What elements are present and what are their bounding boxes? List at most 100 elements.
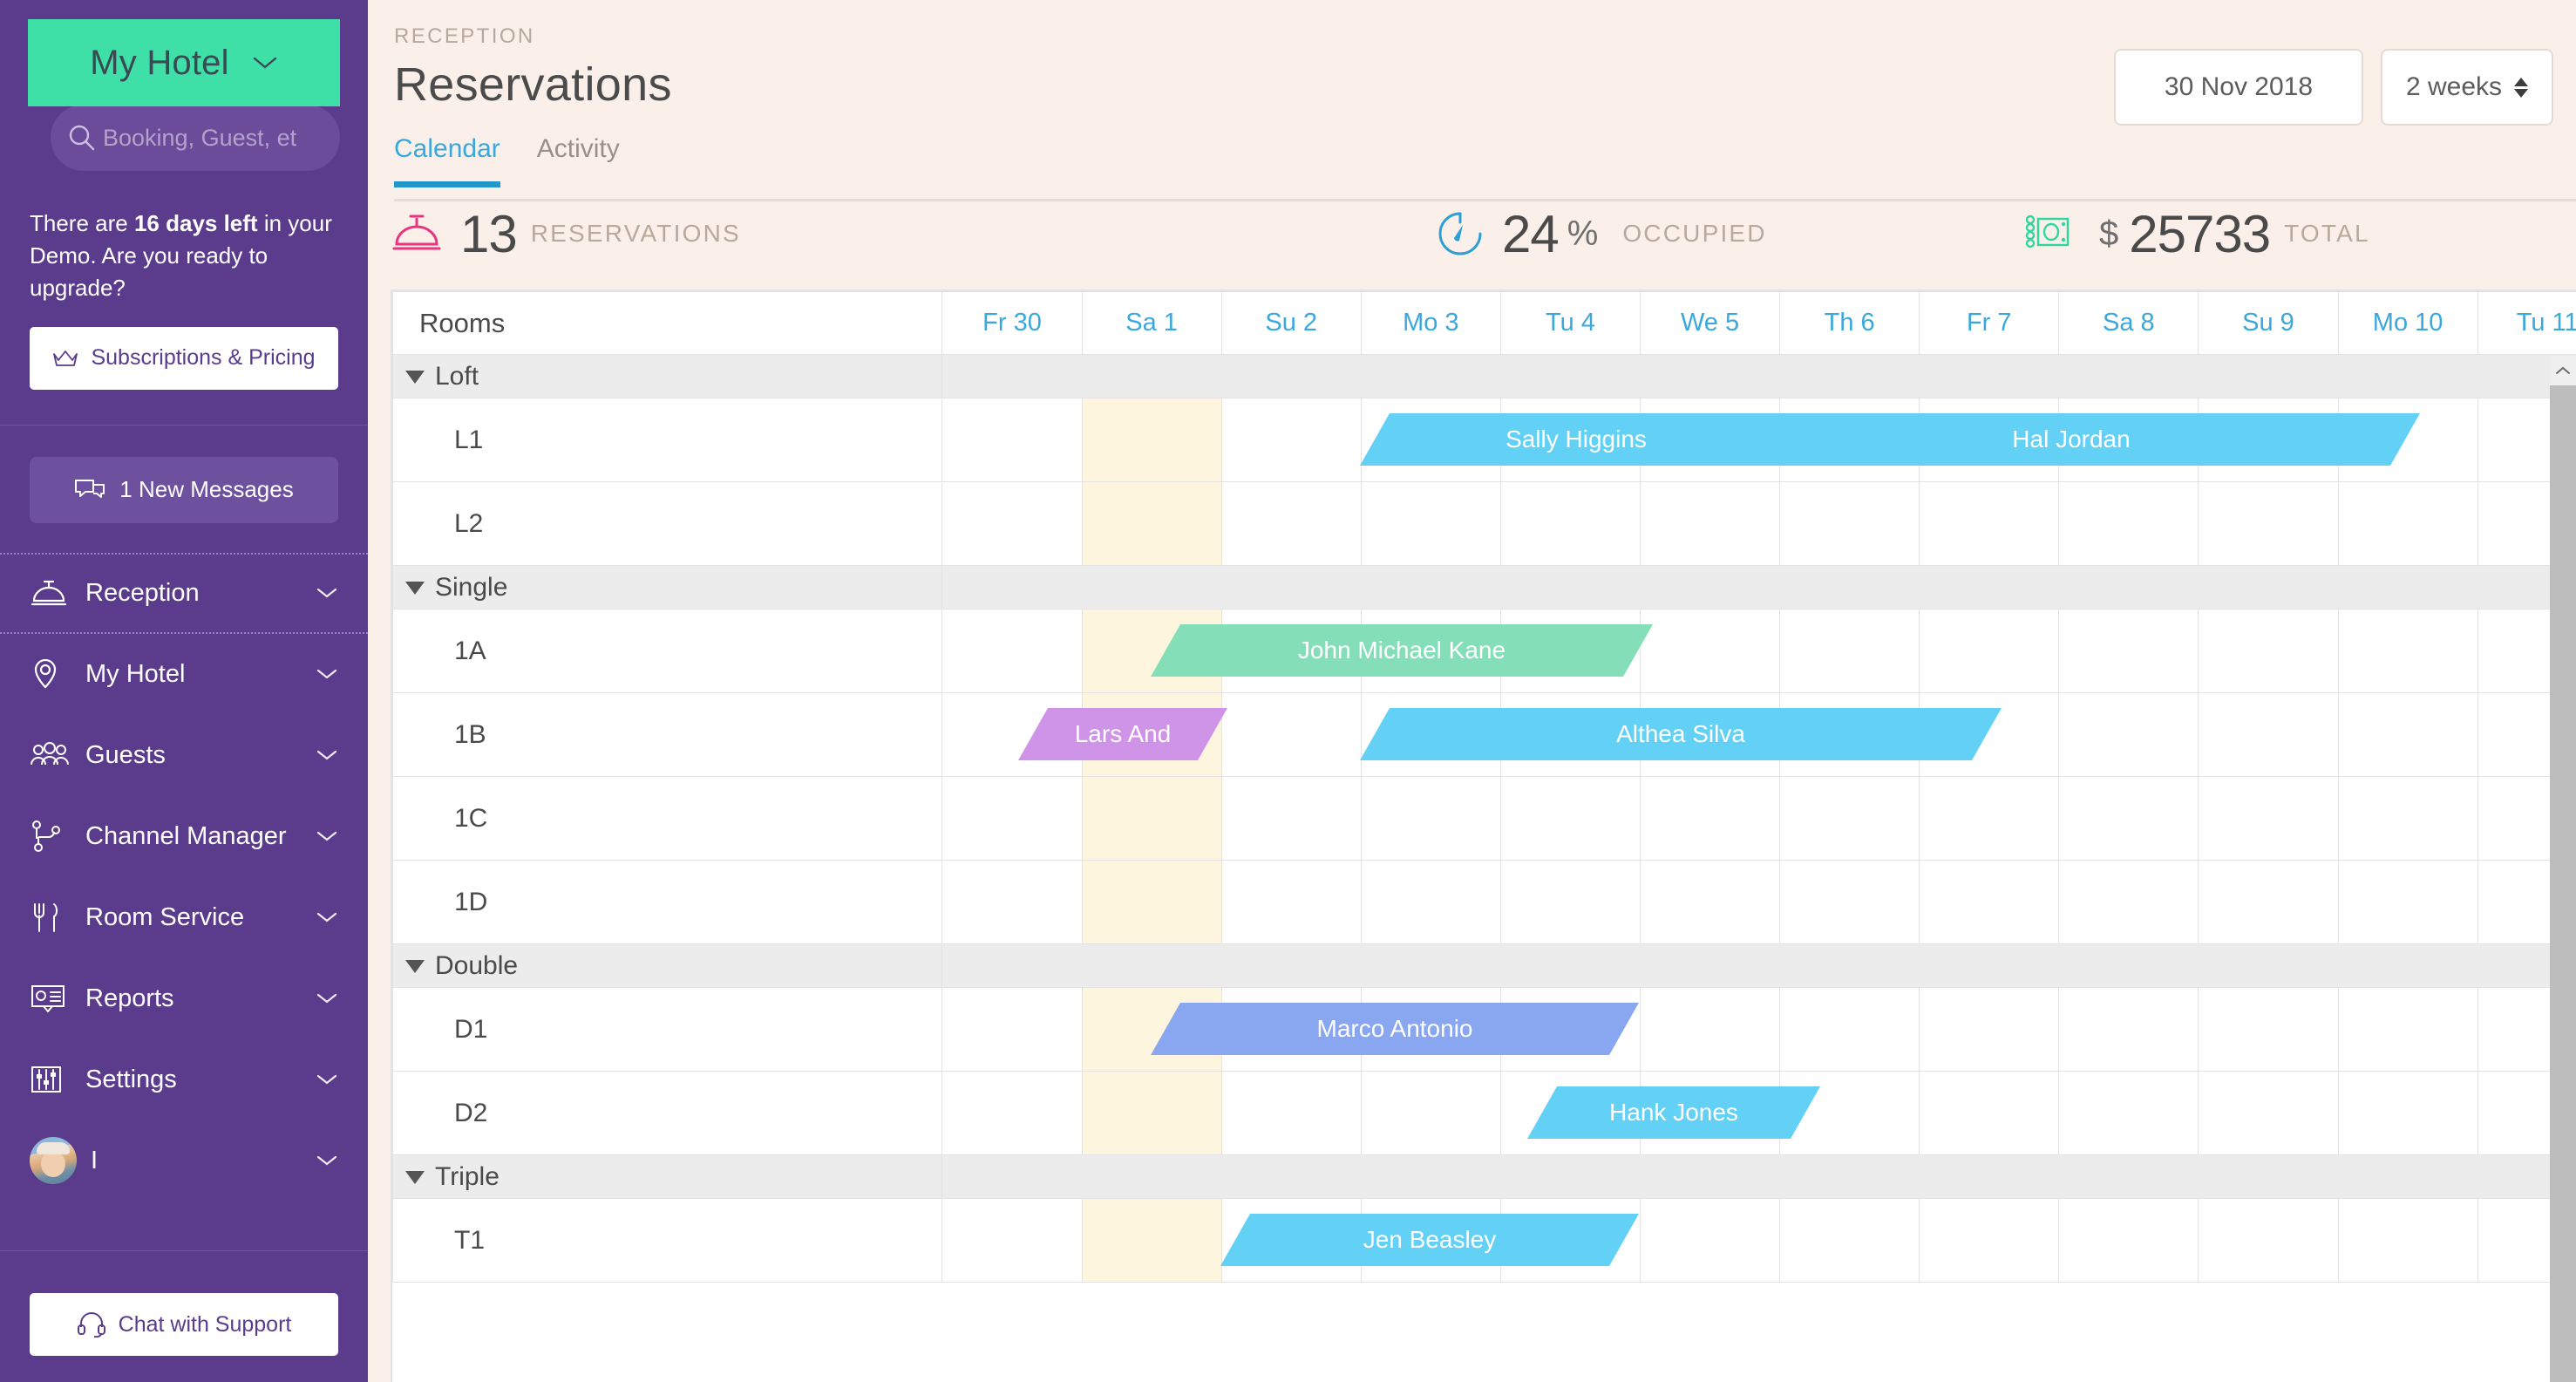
calendar-cell[interactable] [1919, 609, 2060, 693]
date-picker[interactable]: 30 Nov 2018 [2114, 49, 2363, 126]
calendar-cell[interactable] [2058, 860, 2199, 944]
calendar-cell[interactable] [941, 1071, 1083, 1155]
calendar-cell[interactable] [1081, 481, 1222, 566]
calendar-cell[interactable] [1081, 776, 1222, 861]
sidebar-item-reception[interactable]: Reception [0, 552, 368, 634]
calendar-cell[interactable] [2198, 1071, 2339, 1155]
scrollbar-thumb[interactable] [2550, 385, 2576, 1382]
calendar-cell[interactable] [1779, 987, 1920, 1072]
calendar-cell[interactable] [1360, 776, 1501, 861]
calendar-cell[interactable] [1639, 776, 1781, 861]
collapse-triangle-icon[interactable] [405, 1171, 425, 1185]
calendar-cell[interactable] [941, 1198, 1083, 1283]
hotel-selector[interactable]: My Hotel [28, 19, 340, 106]
calendar-cell[interactable] [2058, 481, 2199, 566]
calendar-cell[interactable] [1081, 1071, 1222, 1155]
sidebar-item-reports[interactable]: Reports [0, 958, 368, 1039]
calendar-cell[interactable] [1499, 481, 1641, 566]
calendar-cell[interactable] [2058, 609, 2199, 693]
sidebar-item-guests[interactable]: Guests [0, 715, 368, 796]
calendar-cell[interactable] [1639, 987, 1781, 1072]
collapse-triangle-icon[interactable] [405, 371, 425, 385]
calendar-cell[interactable] [1360, 1071, 1501, 1155]
sidebar-item-channel-manager[interactable]: Channel Manager [0, 796, 368, 877]
calendar-cell[interactable] [2198, 987, 2339, 1072]
calendar-cell[interactable] [941, 481, 1083, 566]
calendar-cell[interactable] [1360, 860, 1501, 944]
calendar-cell[interactable] [2058, 776, 2199, 861]
calendar-cell[interactable] [2337, 1071, 2478, 1155]
calendar-cell[interactable] [1081, 398, 1222, 482]
search-input[interactable] [103, 124, 324, 152]
calendar-cell[interactable] [2198, 481, 2339, 566]
sidebar-item-user-account[interactable]: I [0, 1120, 368, 1202]
booking-bar[interactable]: John Michael Kane [1151, 624, 1653, 677]
calendar-cell[interactable] [1220, 776, 1362, 861]
calendar-cell[interactable] [1639, 481, 1781, 566]
calendar-cell[interactable] [941, 860, 1083, 944]
calendar-cell[interactable] [941, 987, 1083, 1072]
calendar-cell[interactable] [2058, 987, 2199, 1072]
room-group-row[interactable]: Double [392, 943, 2576, 988]
sidebar-item-my-hotel[interactable]: My Hotel [0, 634, 368, 715]
calendar-cell[interactable] [1220, 1071, 1362, 1155]
calendar-cell[interactable] [2198, 776, 2339, 861]
collapse-triangle-icon[interactable] [405, 582, 425, 596]
calendar-cell[interactable] [1919, 860, 2060, 944]
booking-bar[interactable]: Marco Antonio [1151, 1003, 1639, 1055]
calendar-cell[interactable] [941, 609, 1083, 693]
calendar-cell[interactable] [1220, 860, 1362, 944]
period-select[interactable]: 2 weeks [2381, 49, 2553, 126]
calendar-cell[interactable] [1220, 481, 1362, 566]
scroll-up-button[interactable] [2550, 356, 2576, 385]
calendar-cell[interactable] [2337, 776, 2478, 861]
calendar-cell[interactable] [1499, 776, 1641, 861]
calendar-cell[interactable] [2198, 1198, 2339, 1283]
calendar-cell[interactable] [1220, 692, 1362, 777]
collapse-triangle-icon[interactable] [405, 960, 425, 974]
calendar-cell[interactable] [1919, 987, 2060, 1072]
calendar-cell[interactable] [2337, 860, 2478, 944]
calendar-cell[interactable] [2198, 692, 2339, 777]
calendar-cell[interactable] [1081, 860, 1222, 944]
new-messages-button[interactable]: 1 New Messages [30, 456, 338, 523]
calendar-cell[interactable] [2058, 692, 2199, 777]
booking-bar[interactable]: Lars And [1018, 708, 1227, 760]
calendar-cell[interactable] [1779, 481, 1920, 566]
sidebar-item-settings[interactable]: Settings [0, 1039, 368, 1120]
calendar-cell[interactable] [941, 398, 1083, 482]
chat-with-support-button[interactable]: Chat with Support [30, 1293, 338, 1356]
subscriptions-pricing-button[interactable]: Subscriptions & Pricing [30, 326, 338, 390]
calendar-cell[interactable] [1220, 398, 1362, 482]
room-group-row[interactable]: Triple [392, 1154, 2576, 1199]
calendar-cell[interactable] [1779, 776, 1920, 861]
calendar-cell[interactable] [1779, 609, 1920, 693]
booking-bar[interactable]: Hank Jones [1527, 1086, 1820, 1139]
calendar-cell[interactable] [2337, 1198, 2478, 1283]
vertical-scrollbar[interactable] [2550, 356, 2576, 1382]
calendar-cell[interactable] [1499, 860, 1641, 944]
calendar-cell[interactable] [1639, 860, 1781, 944]
room-group-row[interactable]: Loft [392, 354, 2576, 398]
calendar-cell[interactable] [2337, 481, 2478, 566]
calendar-cell[interactable] [2337, 692, 2478, 777]
search-box[interactable] [51, 105, 340, 171]
calendar-cell[interactable] [1639, 1198, 1781, 1283]
calendar-cell[interactable] [1639, 609, 1781, 693]
calendar-cell[interactable] [2198, 609, 2339, 693]
calendar-cell[interactable] [2058, 1198, 2199, 1283]
calendar-cell[interactable] [1360, 481, 1501, 566]
calendar-cell[interactable] [2337, 609, 2478, 693]
calendar-cell[interactable] [1919, 481, 2060, 566]
booking-bar[interactable]: Hal Jordan [1723, 413, 2420, 466]
calendar-cell[interactable] [2058, 1071, 2199, 1155]
sidebar-item-room-service[interactable]: Room Service [0, 877, 368, 958]
calendar-cell[interactable] [1779, 860, 1920, 944]
room-group-row[interactable]: Single [392, 565, 2576, 609]
calendar-cell[interactable] [941, 776, 1083, 861]
booking-bar[interactable]: Althea Silva [1360, 708, 2002, 760]
calendar-cell[interactable] [2337, 987, 2478, 1072]
calendar-cell[interactable] [2198, 860, 2339, 944]
booking-bar[interactable]: Jen Beasley [1220, 1214, 1639, 1266]
calendar-cell[interactable] [1779, 1198, 1920, 1283]
